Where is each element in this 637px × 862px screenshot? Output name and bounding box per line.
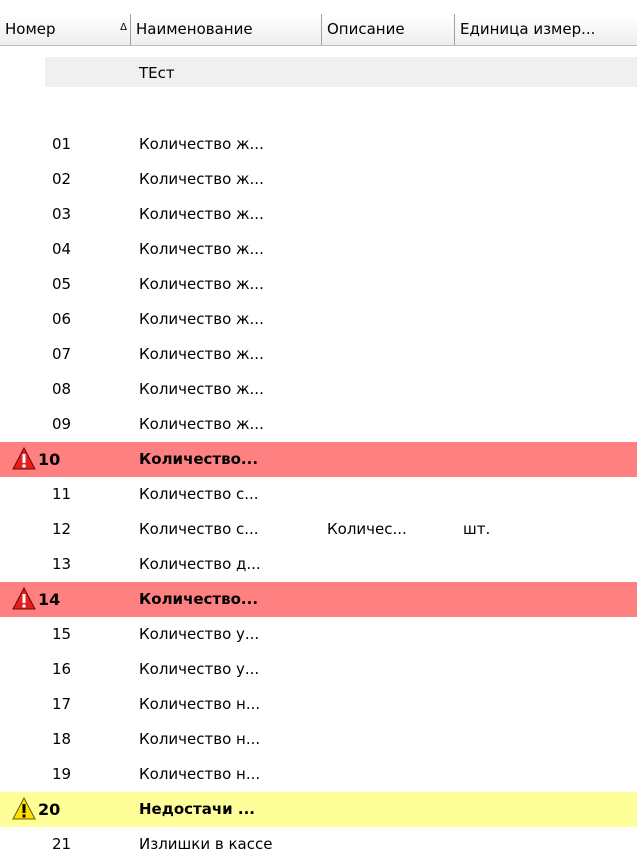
group-name: ТЕст [139, 64, 175, 82]
column-header-unit[interactable]: Единица измер... [455, 14, 637, 45]
data-grid: ТЕст 01 Количество ж... 02 Количество ж... 03… [0, 57, 637, 862]
row-name: Количество д... [139, 555, 261, 573]
row-number: 03 [52, 205, 72, 223]
row-number: 21 [52, 835, 72, 853]
row-number: 07 [52, 345, 72, 363]
blank-row [0, 92, 637, 127]
row-name: Количество ж... [139, 205, 264, 223]
row-number: 19 [52, 765, 72, 783]
row-name: Количество... [139, 590, 259, 608]
row-name: Количество ж... [139, 275, 264, 293]
sort-ascending-icon: Δ [120, 22, 127, 33]
table-row[interactable]: 13 Количество д... [0, 547, 637, 582]
row-name: Излишки в кассе [139, 835, 273, 853]
table-row[interactable]: 05 Количество ж... [0, 267, 637, 302]
error-warning-icon [12, 446, 36, 471]
row-number: 14 [38, 590, 61, 609]
error-warning-icon [12, 586, 36, 611]
column-header-description[interactable]: Описание [322, 14, 455, 45]
row-name: Количество у... [139, 625, 260, 643]
row-name: Количество ж... [139, 170, 264, 188]
row-number: 08 [52, 380, 72, 398]
row-name: Количество ж... [139, 240, 264, 258]
table-row[interactable]: 02 Количество ж... [0, 162, 637, 197]
row-unit: шт. [463, 520, 491, 538]
table-row[interactable]: 01 Количество ж... [0, 127, 637, 162]
table-row[interactable]: 04 Количество ж... [0, 232, 637, 267]
row-name: Количество... [139, 450, 259, 468]
row-number: 04 [52, 240, 72, 258]
table-row[interactable]: 20 Недостачи ... [0, 792, 637, 827]
row-name: Недостачи ... [139, 800, 255, 818]
table-row[interactable]: 16 Количество у... [0, 652, 637, 687]
caution-warning-icon [12, 796, 36, 821]
row-number: 05 [52, 275, 72, 293]
column-header-label: Описание [327, 20, 405, 38]
table-row[interactable]: 18 Количество н... [0, 722, 637, 757]
row-name: Количество н... [139, 765, 261, 783]
row-description: Количес... [327, 520, 407, 538]
row-name: Количество ж... [139, 135, 264, 153]
row-name: Количество ж... [139, 345, 264, 363]
row-name: Количество ж... [139, 310, 264, 328]
table-row[interactable]: 19 Количество н... [0, 757, 637, 792]
table-row[interactable]: 07 Количество ж... [0, 337, 637, 372]
row-name: Количество с... [139, 485, 259, 503]
table-row[interactable]: 12 Количество с... Количес... шт. [0, 512, 637, 547]
table-header: Номер Δ Наименование Описание Единица из… [0, 14, 637, 46]
row-number: 09 [52, 415, 72, 433]
column-header-label: Номер [5, 20, 56, 38]
row-name: Количество ж... [139, 380, 264, 398]
column-header-label: Наименование [136, 20, 253, 38]
column-header-name[interactable]: Наименование [131, 14, 322, 45]
row-number: 11 [52, 485, 72, 503]
table-row[interactable]: 09 Количество ж... [0, 407, 637, 442]
row-name: Количество н... [139, 695, 261, 713]
row-number: 16 [52, 660, 72, 678]
row-name: Количество с... [139, 520, 259, 538]
row-number: 18 [52, 730, 72, 748]
row-number: 12 [52, 520, 72, 538]
group-row[interactable]: ТЕст [0, 57, 637, 92]
row-name: Количество ж... [139, 415, 264, 433]
row-number: 10 [38, 450, 61, 469]
row-number: 17 [52, 695, 72, 713]
table-row[interactable]: 15 Количество у... [0, 617, 637, 652]
table-row[interactable]: 10 Количество... [0, 442, 637, 477]
table-row[interactable]: 06 Количество ж... [0, 302, 637, 337]
row-number: 01 [52, 135, 72, 153]
row-name: Количество у... [139, 660, 260, 678]
row-number: 13 [52, 555, 72, 573]
column-header-number[interactable]: Номер Δ [0, 14, 131, 45]
table-row[interactable]: 14 Количество... [0, 582, 637, 617]
row-number: 15 [52, 625, 72, 643]
group-row-background [45, 57, 637, 87]
row-number: 06 [52, 310, 72, 328]
table-row[interactable]: 17 Количество н... [0, 687, 637, 722]
table-row[interactable]: 21 Излишки в кассе [0, 827, 637, 862]
row-number: 20 [38, 800, 61, 819]
column-header-label: Единица измер... [460, 20, 596, 38]
table-row[interactable]: 08 Количество ж... [0, 372, 637, 407]
row-name: Количество н... [139, 730, 261, 748]
row-number: 02 [52, 170, 72, 188]
table-row[interactable]: 03 Количество ж... [0, 197, 637, 232]
table-row[interactable]: 11 Количество с... [0, 477, 637, 512]
